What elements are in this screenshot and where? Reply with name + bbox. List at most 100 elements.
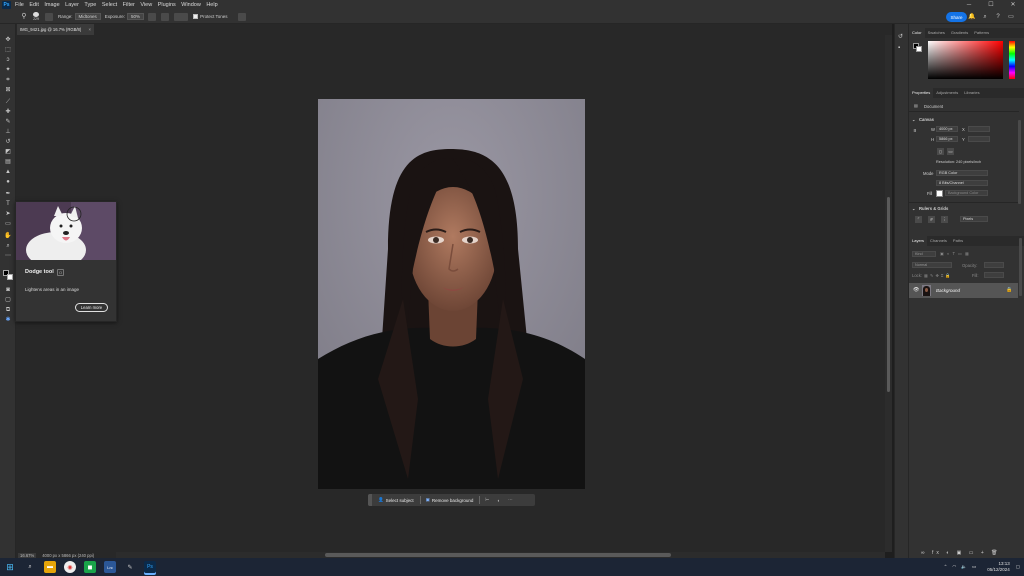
tab-layers[interactable]: Layers bbox=[909, 236, 928, 246]
contextual-bar-grip[interactable] bbox=[368, 494, 372, 506]
healing-brush-tool-icon[interactable]: ✚ bbox=[3, 108, 13, 117]
canvas-width-field[interactable]: 4000 px bbox=[936, 126, 958, 132]
canvas-height-field[interactable]: 5866 px bbox=[936, 136, 958, 142]
menu-plugins[interactable]: Plugins bbox=[158, 2, 176, 8]
history-icon[interactable]: ↺ bbox=[898, 33, 903, 40]
notification-icon[interactable]: ▢ bbox=[1016, 564, 1020, 570]
hue-slider[interactable] bbox=[1009, 41, 1015, 79]
taskbar-search-icon[interactable]: ⌕ bbox=[24, 561, 36, 573]
messaging-app-icon[interactable]: ◼ bbox=[84, 561, 96, 573]
grid-toggle-icon[interactable]: # bbox=[928, 216, 935, 223]
eyedropper-tool-icon[interactable]: ⟋ bbox=[3, 98, 13, 107]
clock[interactable]: 13:13 05/12/2024 bbox=[987, 561, 1010, 573]
document-tab[interactable]: IMG_9421.jpg @ 16.7% (RGB/8) × bbox=[17, 24, 94, 35]
brush-settings-icon[interactable] bbox=[45, 12, 53, 21]
comments-icon[interactable]: ▪ bbox=[898, 45, 900, 51]
landscape-orientation-button[interactable]: ▭ bbox=[947, 148, 954, 155]
volume-icon[interactable]: 🔈 bbox=[961, 564, 967, 570]
fill-opacity-field[interactable] bbox=[984, 272, 1004, 278]
tab-swatches[interactable]: Swatches bbox=[925, 28, 948, 38]
path-selection-tool-icon[interactable]: ➤ bbox=[3, 210, 13, 219]
rectangle-tool-icon[interactable]: ▭ bbox=[3, 220, 13, 229]
properties-scrollbar[interactable] bbox=[1018, 120, 1021, 204]
layer-name[interactable]: Background bbox=[936, 288, 960, 293]
crop-tool-icon[interactable]: ⌗ bbox=[3, 76, 13, 85]
workspace-icon[interactable]: ▭ bbox=[1007, 13, 1015, 21]
guides-toggle-icon[interactable]: ⋮ bbox=[941, 216, 948, 223]
gradient-tool-icon[interactable]: ▤ bbox=[3, 158, 13, 167]
dodge-tool-icon[interactable]: ● bbox=[3, 178, 13, 187]
tab-paths[interactable]: Paths bbox=[950, 236, 966, 246]
airbrush-icon[interactable] bbox=[148, 12, 157, 21]
layers-scrollbar[interactable] bbox=[1019, 238, 1022, 296]
layer-filter-icons[interactable]: ▣◐T▭▦ bbox=[940, 251, 972, 256]
learn-more-button[interactable]: Learn more bbox=[75, 303, 108, 312]
bit-depth-select[interactable]: 8 Bits/Channel bbox=[936, 180, 988, 186]
menu-file[interactable]: File bbox=[15, 2, 24, 8]
hand-tool-icon[interactable]: ✋ bbox=[3, 232, 13, 241]
quick-mask-icon[interactable]: ◙ bbox=[3, 286, 13, 295]
menu-type[interactable]: Type bbox=[84, 2, 96, 8]
document-info[interactable]: 4000 px x 5866 px (240 ppi) bbox=[42, 553, 94, 558]
help-icon[interactable]: ? bbox=[994, 13, 1002, 21]
menu-view[interactable]: View bbox=[140, 2, 152, 8]
edit-toolbar-icon[interactable]: ⧉ bbox=[3, 306, 13, 315]
background-color-swatch[interactable] bbox=[7, 274, 13, 280]
lock-icons[interactable]: ▦✎✥⌗🔒 bbox=[924, 273, 953, 279]
layer-actions-icons[interactable]: ∞ fx ◐ ▣ ▭ + 🗑 bbox=[921, 550, 1001, 556]
close-tab-icon[interactable]: × bbox=[89, 27, 91, 32]
eraser-tool-icon[interactable]: ◩ bbox=[3, 148, 13, 157]
menu-select[interactable]: Select bbox=[102, 2, 117, 8]
remove-background-button[interactable]: ▣ Remove background bbox=[426, 497, 474, 503]
brush-size-picker[interactable]: 229 bbox=[33, 12, 39, 21]
menu-window[interactable]: Window bbox=[181, 2, 201, 8]
canvas-link-icon[interactable]: ⌷ bbox=[914, 128, 917, 133]
move-tool-icon[interactable]: ✥ bbox=[3, 36, 13, 45]
ruler-toggle-icon[interactable]: ⌜ bbox=[915, 216, 922, 223]
select-subject-button[interactable]: 👤 Select subject bbox=[378, 497, 414, 503]
pen-app-icon[interactable]: ✎ bbox=[124, 561, 136, 573]
pen-tool-icon[interactable]: ✒ bbox=[3, 190, 13, 199]
photoshop-taskbar-icon[interactable]: Ps bbox=[144, 561, 156, 573]
chrome-icon[interactable]: ◉ bbox=[64, 561, 76, 573]
document-image[interactable] bbox=[318, 99, 585, 489]
blend-mode-select[interactable]: Normal bbox=[912, 262, 952, 268]
menu-layer[interactable]: Layer bbox=[65, 2, 79, 8]
fill-color-swatch[interactable] bbox=[936, 190, 943, 197]
protect-tones-control[interactable]: Protect Tones bbox=[193, 14, 228, 19]
file-explorer-icon[interactable]: ▬ bbox=[44, 561, 56, 573]
tab-adjustments[interactable]: Adjustments bbox=[933, 88, 961, 98]
type-tool-icon[interactable]: T bbox=[3, 200, 13, 209]
bell-icon[interactable]: 🔔 bbox=[968, 13, 976, 21]
angle-field[interactable] bbox=[174, 12, 189, 21]
tab-properties[interactable]: Properties bbox=[909, 88, 934, 98]
frame-tool-icon[interactable]: ⊠ bbox=[3, 86, 13, 95]
close-window-button[interactable]: ✕ bbox=[1002, 0, 1024, 10]
tab-channels[interactable]: Channels bbox=[927, 236, 950, 246]
chevron-up-icon[interactable]: ⌃ bbox=[944, 564, 948, 570]
menu-help[interactable]: Help bbox=[206, 2, 217, 8]
vertical-scrollbar-thumb[interactable] bbox=[887, 197, 890, 392]
rulers-section-chevron[interactable]: ⌄ bbox=[912, 206, 916, 211]
generative-icon[interactable]: ✱ bbox=[3, 316, 13, 325]
maximize-button[interactable]: ☐ bbox=[980, 0, 1002, 10]
brush-angle-icon[interactable] bbox=[161, 12, 170, 21]
zoom-tool-icon[interactable]: ⌕ bbox=[3, 242, 13, 251]
history-brush-tool-icon[interactable]: ↺ bbox=[3, 138, 13, 147]
fill-select[interactable]: Background Color bbox=[945, 190, 988, 196]
color-panel-background-swatch[interactable] bbox=[916, 46, 922, 52]
more-options-button[interactable]: ⋯ bbox=[508, 497, 515, 503]
layer-lock-icon[interactable]: 🔒 bbox=[1006, 287, 1012, 293]
marquee-tool-icon[interactable]: ⬚ bbox=[3, 46, 13, 55]
teams-app-icon[interactable]: Lrc bbox=[104, 561, 116, 573]
brush-tool-icon[interactable]: ✎ bbox=[3, 118, 13, 127]
canvas-x-field[interactable] bbox=[968, 126, 990, 132]
tab-libraries[interactable]: Libraries bbox=[961, 88, 982, 98]
clone-stamp-tool-icon[interactable]: ⊥ bbox=[3, 128, 13, 137]
tab-gradients[interactable]: Gradients bbox=[948, 28, 971, 38]
zoom-level[interactable]: 16.67% bbox=[18, 552, 37, 558]
menu-filter[interactable]: Filter bbox=[123, 2, 135, 8]
canvas-y-field[interactable] bbox=[968, 136, 990, 142]
dodge-tool-preset-icon[interactable]: ⚲ bbox=[20, 13, 28, 21]
layer-filter-kind[interactable]: Kind bbox=[912, 251, 936, 257]
